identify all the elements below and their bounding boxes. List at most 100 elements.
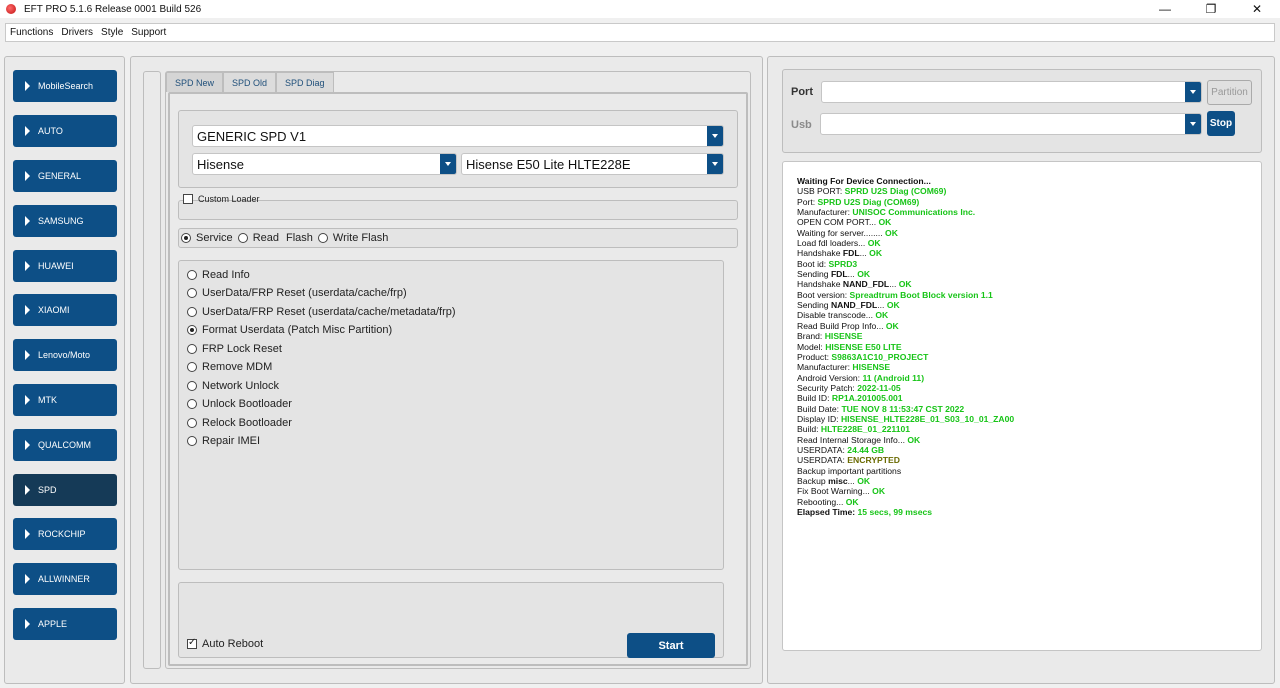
log-line: Manufacturer: UNISOC Communications Inc.	[797, 207, 976, 218]
log-line: Handshake FDL... OK	[797, 248, 883, 259]
operation-radio[interactable]	[187, 307, 197, 317]
play-icon	[25, 529, 30, 539]
operation-frp-lock-reset[interactable]: FRP Lock Reset	[187, 343, 282, 355]
log-line: Backup misc... OK	[797, 475, 871, 486]
sidebar-item-label: ALLWINNER	[38, 574, 90, 584]
port-label: Port	[791, 86, 813, 98]
play-icon	[25, 619, 30, 629]
tab-spd-diag[interactable]: SPD Diag	[276, 72, 334, 92]
port-select[interactable]	[821, 81, 1202, 103]
read-flash-radio[interactable]	[237, 233, 248, 243]
operation-read-info[interactable]: Read Info	[187, 269, 250, 281]
log-output[interactable]: Waiting For Device Connection... USB PORT…	[782, 161, 1262, 651]
service-radio[interactable]	[181, 233, 191, 243]
play-icon	[25, 440, 30, 450]
operation-radio[interactable]	[187, 418, 197, 428]
log-line: Waiting For Device Connection...	[797, 176, 931, 186]
custom-loader-group: Custom Loader	[178, 194, 738, 220]
operation-radio[interactable]	[187, 344, 197, 354]
log-line: Product: S9863A1C10_PROJECT	[797, 351, 929, 362]
custom-loader-option[interactable]: Custom Loader	[183, 194, 260, 204]
brand-select[interactable]: Hisense	[192, 153, 457, 175]
operation-radio[interactable]	[187, 270, 197, 280]
log-line: Read Build Prop Info... OK	[797, 320, 899, 331]
operation-relock-bootloader[interactable]: Relock Bootloader	[187, 417, 292, 429]
stop-button[interactable]: Stop	[1207, 111, 1235, 136]
brand-sidebar: MobileSearch AUTO GENERAL SAMSUNG HUAWEI…	[4, 56, 125, 684]
loader-group: GENERIC SPD V1 Hisense Hisense E50 Lite …	[178, 110, 738, 188]
write-flash-radio[interactable]	[317, 233, 328, 243]
sidebar-item-auto[interactable]: AUTO	[13, 115, 117, 147]
operations-group: Read Info UserData/FRP Reset (userdata/c…	[178, 260, 724, 570]
log-line: OPEN COM PORT... OK	[797, 217, 892, 228]
operation-userdata-frp-reset[interactable]: UserData/FRP Reset (userdata/cache/frp)	[187, 287, 407, 299]
minimize-button[interactable]: —	[1142, 0, 1188, 18]
close-button[interactable]: ✕	[1234, 0, 1280, 18]
log-line: Manufacturer: HISENSE	[797, 362, 891, 373]
operation-label: UserData/FRP Reset (userdata/cache/metad…	[202, 306, 456, 318]
menu-drivers[interactable]: Drivers	[61, 27, 93, 38]
model-family-value: GENERIC SPD V1	[197, 128, 307, 144]
operation-unlock-bootloader[interactable]: Unlock Bootloader	[187, 398, 292, 410]
operation-radio[interactable]	[187, 436, 197, 446]
model-select[interactable]: Hisense E50 Lite HLTE228E	[461, 153, 724, 175]
operation-radio[interactable]	[187, 362, 197, 372]
mode-options: Service Read Flash Write Flash	[181, 232, 388, 244]
restore-button[interactable]: ❐	[1188, 0, 1234, 18]
log-line: Build: HLTE228E_01_221101	[797, 424, 911, 435]
title-bar: EFT PRO 5.1.6 Release 0001 Build 526 — ❐…	[0, 0, 1280, 18]
operation-format-userdata[interactable]: Format Userdata (Patch Misc Partition)	[187, 324, 392, 336]
menu-support[interactable]: Support	[131, 27, 166, 38]
sidebar-item-lenovo-moto[interactable]: Lenovo/Moto	[13, 339, 117, 371]
log-line: Build Date: TUE NOV 8 11:53:47 CST 2022	[797, 403, 965, 414]
operation-label: Repair IMEI	[202, 435, 261, 447]
sidebar-item-apple[interactable]: APPLE	[13, 608, 117, 640]
operation-repair-imei[interactable]: Repair IMEI	[187, 435, 260, 447]
operation-label: Network Unlock	[202, 380, 280, 392]
app-logo-icon	[6, 4, 16, 14]
sidebar-item-mtk[interactable]: MTK	[13, 384, 117, 416]
sidebar-item-mobilesearch[interactable]: MobileSearch	[13, 70, 117, 102]
sidebar-item-xiaomi[interactable]: XIAOMI	[13, 294, 117, 326]
sidebar-item-samsung[interactable]: SAMSUNG	[13, 205, 117, 237]
auto-reboot-option[interactable]: Auto Reboot	[187, 637, 263, 650]
log-line: Load fdl loaders... OK	[797, 238, 881, 249]
play-icon	[25, 305, 30, 315]
sidebar-item-allwinner[interactable]: ALLWINNER	[13, 563, 117, 595]
log-line: Handshake NAND_FDL... OK	[797, 279, 912, 290]
tab-bar: SPD New SPD Old SPD Diag	[166, 72, 334, 92]
log-line: Elapsed Time: 15 secs, 99 msecs	[797, 507, 933, 517]
sidebar-item-label: GENERAL	[38, 171, 82, 181]
menu-bar: Functions Drivers Style Support	[5, 23, 1275, 42]
operation-radio[interactable]	[187, 381, 197, 391]
log-line: Model: HISENSE E50 LITE	[797, 341, 902, 352]
sidebar-item-spd[interactable]: SPD	[13, 474, 117, 506]
usb-select[interactable]	[820, 113, 1202, 135]
tab-spd-new[interactable]: SPD New	[166, 72, 224, 92]
custom-loader-checkbox[interactable]	[183, 194, 193, 204]
operation-userdata-frp-reset-metadata[interactable]: UserData/FRP Reset (userdata/cache/metad…	[187, 306, 456, 318]
model-family-select[interactable]: GENERIC SPD V1	[192, 125, 724, 147]
model-value: Hisense E50 Lite HLTE228E	[466, 156, 631, 172]
log-line: Rebooting... OK	[797, 496, 859, 507]
operation-radio[interactable]	[187, 399, 197, 409]
sidebar-item-qualcomm[interactable]: QUALCOMM	[13, 429, 117, 461]
start-button[interactable]: Start	[627, 633, 715, 658]
operation-remove-mdm[interactable]: Remove MDM	[187, 361, 272, 373]
operation-radio[interactable]	[187, 288, 197, 298]
sidebar-item-rockchip[interactable]: ROCKCHIP	[13, 518, 117, 550]
sidebar-item-huawei[interactable]: HUAWEI	[13, 250, 117, 282]
partition-button[interactable]: Partition	[1207, 80, 1252, 105]
menu-functions[interactable]: Functions	[10, 27, 53, 38]
log-line: Backup important partitions	[797, 465, 902, 476]
auto-reboot-checkbox[interactable]	[187, 637, 197, 649]
log-line: Sending FDL... OK	[797, 269, 871, 280]
chevron-down-icon	[707, 126, 723, 146]
tab-spd-old[interactable]: SPD Old	[223, 72, 277, 92]
operation-radio[interactable]	[187, 325, 197, 335]
chevron-down-icon	[1185, 114, 1201, 134]
operation-network-unlock[interactable]: Network Unlock	[187, 380, 279, 392]
menu-style[interactable]: Style	[101, 27, 123, 38]
sidebar-item-general[interactable]: GENERAL	[13, 160, 117, 192]
actions-group: Auto Reboot Start	[178, 582, 724, 658]
